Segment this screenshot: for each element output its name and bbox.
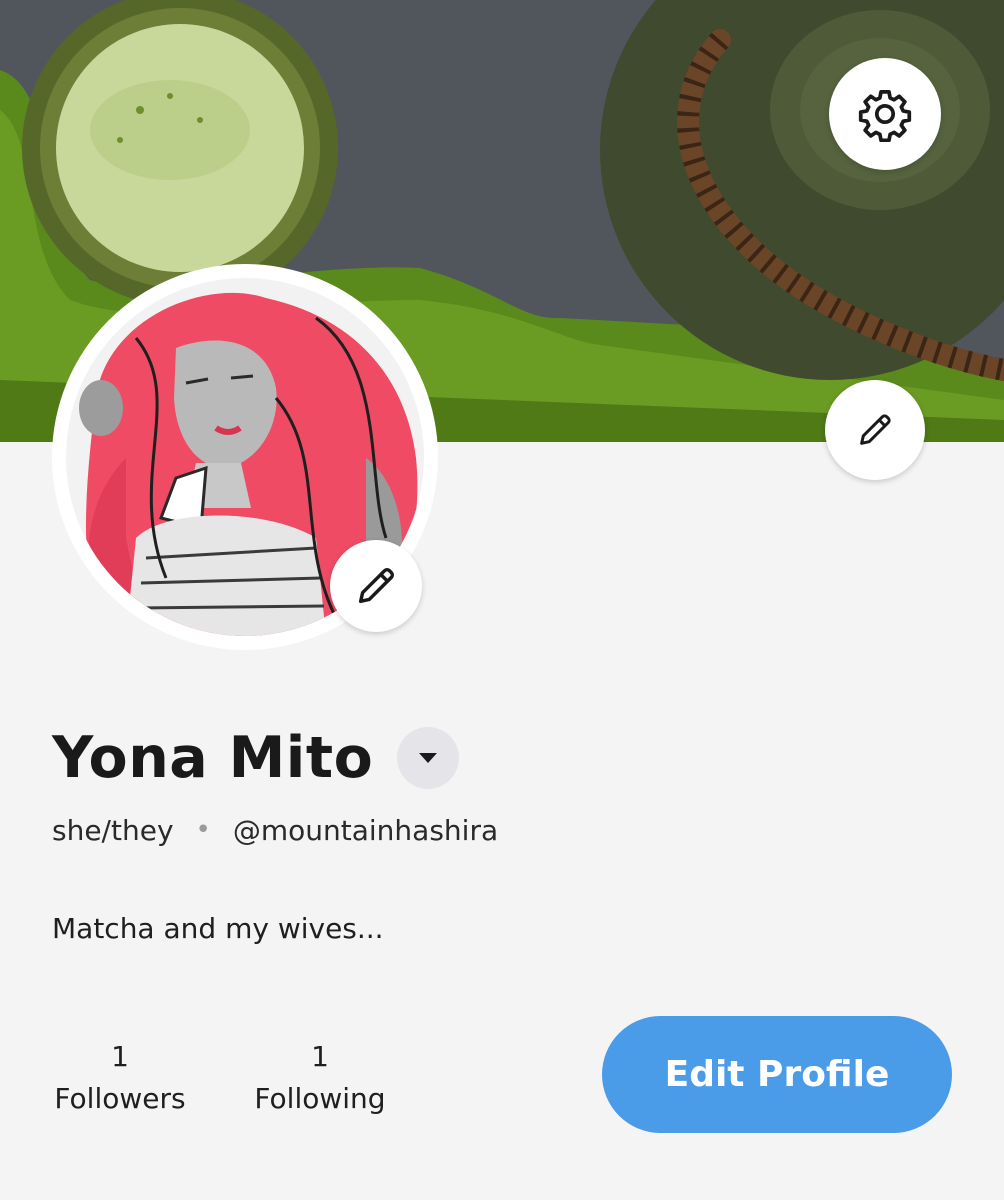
edit-avatar-button[interactable]: [330, 540, 422, 632]
profile-meta: she/they • @mountainhashira: [52, 808, 498, 852]
name-menu-button[interactable]: [397, 727, 460, 789]
username-handle: @mountainhashira: [232, 813, 499, 847]
followers-label: Followers: [54, 1082, 186, 1115]
pronouns: she/they: [52, 813, 174, 847]
followers-stat[interactable]: 1 Followers: [52, 1036, 188, 1120]
settings-button[interactable]: [829, 58, 941, 170]
followers-count: 1: [111, 1040, 129, 1073]
following-label: Following: [254, 1082, 386, 1115]
following-stat[interactable]: 1 Following: [252, 1036, 388, 1120]
pencil-icon: [860, 414, 891, 445]
edit-banner-button[interactable]: [825, 380, 925, 480]
gear-icon: [858, 89, 912, 142]
pencil-icon: [358, 568, 394, 604]
bio-text: Matcha and my wives...: [52, 912, 384, 945]
name-row: Yona Mito: [52, 718, 460, 798]
caret-down-icon: [419, 753, 438, 763]
following-count: 1: [311, 1040, 329, 1073]
display-name: Yona Mito: [52, 725, 374, 791]
edit-profile-button[interactable]: Edit Profile: [602, 1016, 952, 1133]
separator-dot: •: [195, 815, 211, 845]
